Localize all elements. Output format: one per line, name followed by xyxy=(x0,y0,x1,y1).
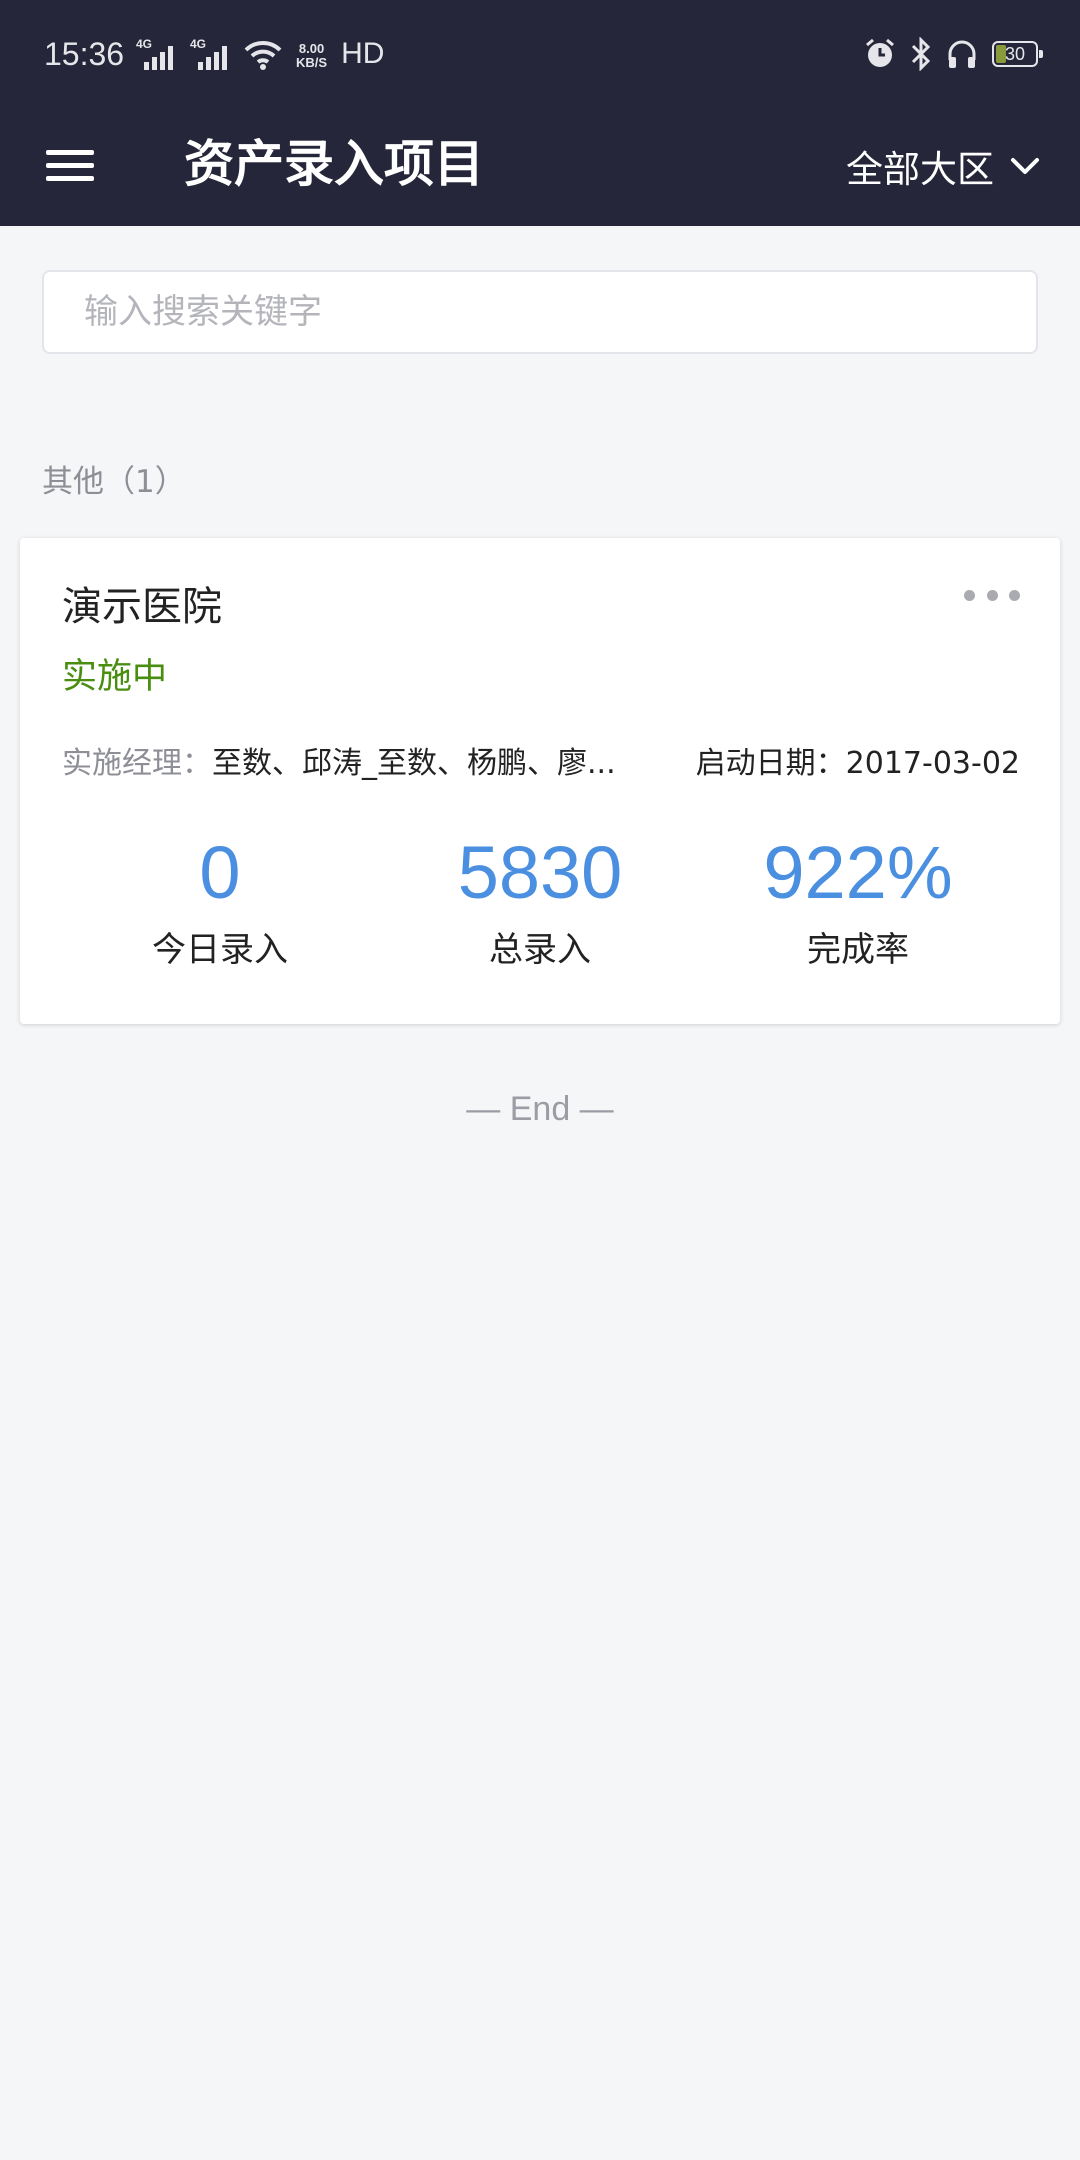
project-stats: 0 今日录入 5830 总录入 922% 完成率 xyxy=(20,828,1060,988)
status-icons-left: 4G 4G 8.00 KB/S HD xyxy=(136,34,384,70)
more-options-icon[interactable] xyxy=(964,580,1020,610)
alarm-icon xyxy=(866,38,894,67)
signal-4g-icon: 4G xyxy=(190,38,230,70)
battery-level: 30 xyxy=(1004,44,1026,64)
hamburger-menu-icon[interactable] xyxy=(36,134,106,196)
stat-total-value: 5830 xyxy=(457,831,623,914)
start-date-row: 启动日期：2017-03-02 xyxy=(696,738,1020,782)
page-title: 资产录入项目 xyxy=(184,135,484,193)
stat-total: 5830 总录入 xyxy=(380,828,700,971)
hd-label: HD xyxy=(341,37,385,70)
wifi-icon xyxy=(244,40,282,70)
stat-completion-label: 完成率 xyxy=(807,930,909,970)
network-speed: 8.00 KB/S xyxy=(296,41,328,70)
chevron-down-icon xyxy=(1011,158,1039,174)
stat-completion-value: 922% xyxy=(763,831,953,914)
search-box[interactable] xyxy=(42,270,1038,354)
stat-today-label: 今日录入 xyxy=(152,930,288,970)
project-card[interactable]: 演示医院 实施中 实施经理：至数、邱涛_至数、杨鹏、廖... 启动日期：2017… xyxy=(20,538,1060,1024)
stat-today: 0 今日录入 xyxy=(60,828,380,971)
stat-total-label: 总录入 xyxy=(489,930,591,970)
project-status: 实施中 xyxy=(62,657,168,697)
app-bar: 资产录入项目 全部大区 xyxy=(0,110,1080,226)
region-dropdown-label: 全部大区 xyxy=(846,148,994,191)
manager-label: 实施经理： xyxy=(62,746,212,781)
manager-value: 至数、邱涛_至数、杨鹏、廖... xyxy=(212,746,616,781)
battery-icon: 30 xyxy=(992,41,1043,67)
start-date-value: 2017-03-02 xyxy=(845,746,1020,781)
region-dropdown[interactable]: 全部大区 xyxy=(846,134,1040,198)
stat-today-value: 0 xyxy=(199,831,241,914)
stat-completion: 922% 完成率 xyxy=(698,828,1018,971)
list-end-marker: — End — xyxy=(466,1090,614,1128)
signal-4g-icon: 4G xyxy=(136,38,176,70)
project-name: 演示医院 xyxy=(62,584,222,630)
group-title: 其他（1） xyxy=(42,464,186,500)
top-bar: 15:36 4G 4G 8.00 KB/S HD 30 资产录入项目 全部大区 xyxy=(0,0,1080,226)
start-date-label: 启动日期： xyxy=(695,746,846,781)
bluetooth-icon xyxy=(911,37,931,71)
search-input[interactable] xyxy=(44,272,1036,352)
status-icons-right: 30 xyxy=(864,34,1043,74)
manager-row: 实施经理：至数、邱涛_至数、杨鹏、廖... xyxy=(62,738,616,782)
headphones-icon xyxy=(948,40,976,68)
status-bar: 15:36 4G 4G 8.00 KB/S HD 30 xyxy=(0,0,1080,110)
status-time: 15:36 xyxy=(44,36,125,72)
